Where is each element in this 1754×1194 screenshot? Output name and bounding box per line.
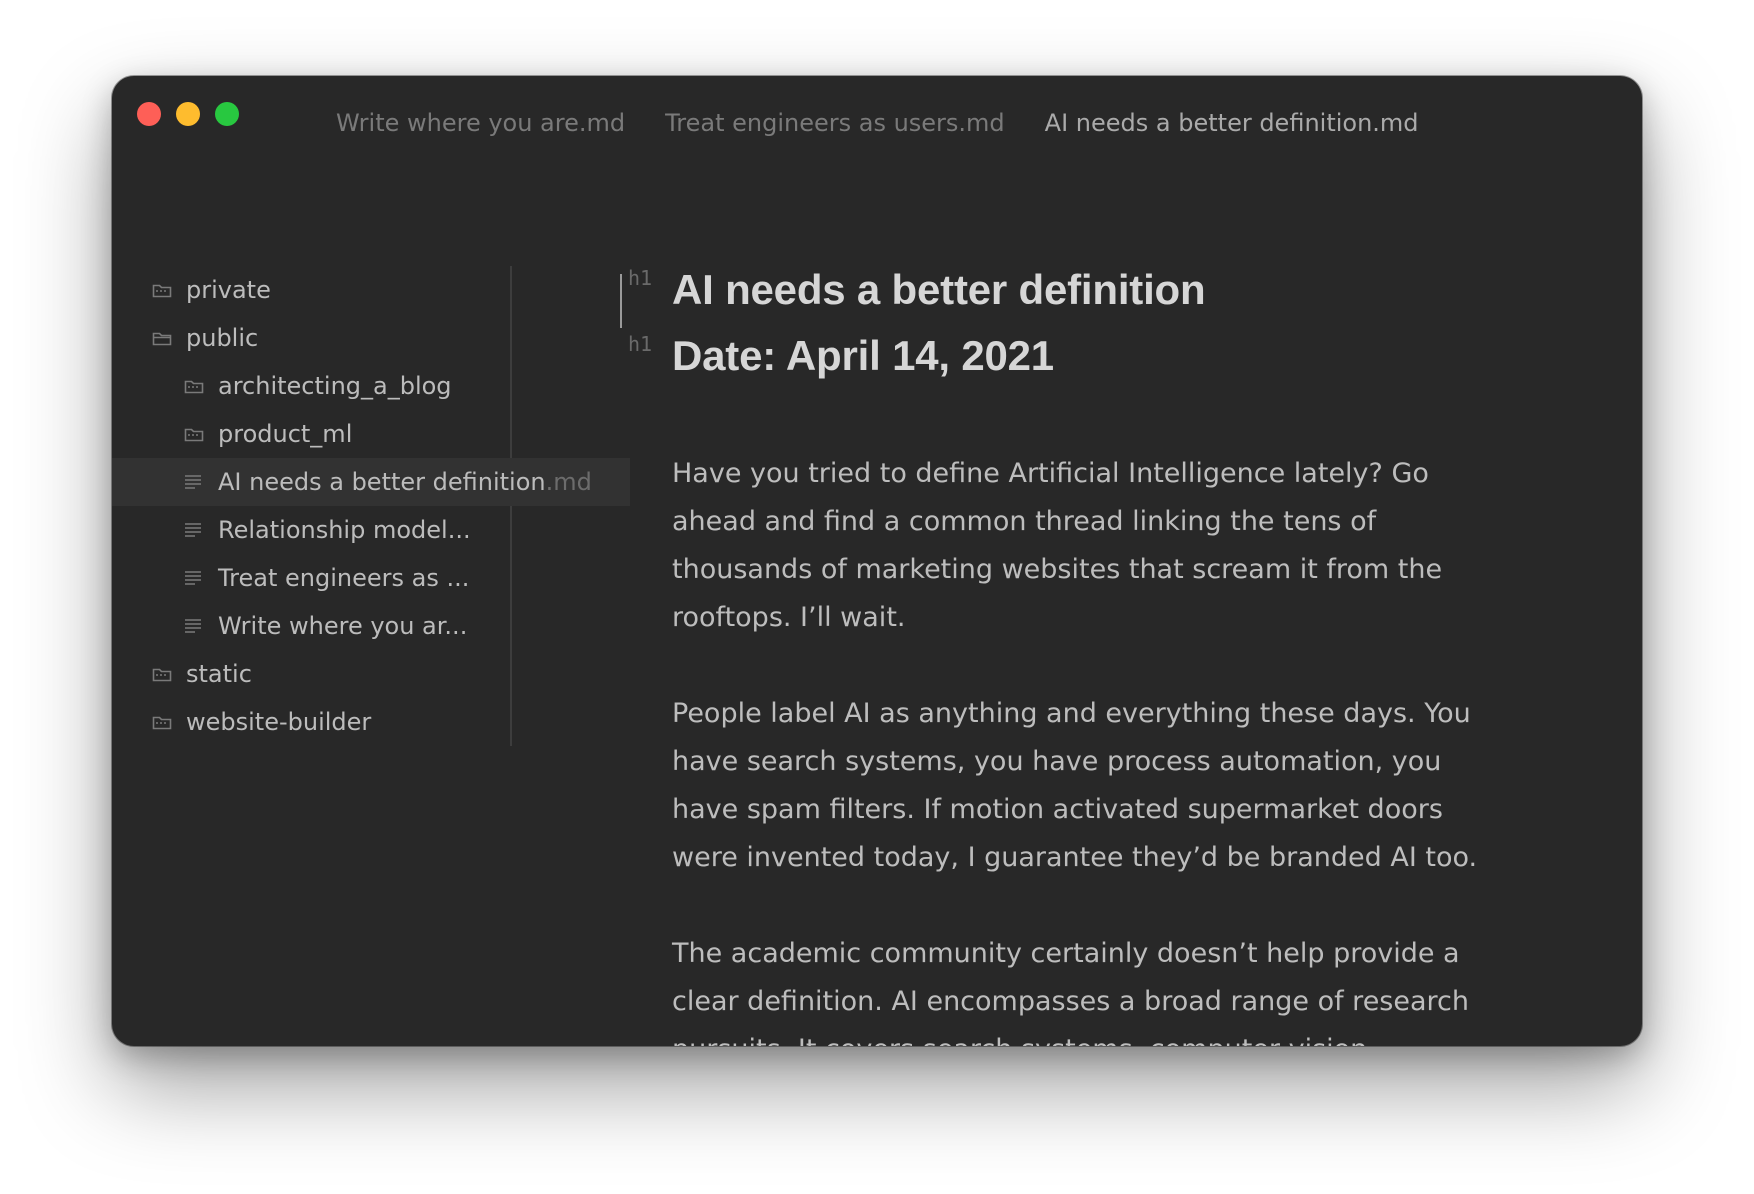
window-controls (137, 102, 239, 126)
heading-title[interactable]: h1 AI needs a better definition (628, 266, 1572, 332)
sidebar-item-label: AI needs a better definition (218, 468, 546, 496)
sidebar-item-label: Treat engineers as ... (218, 564, 470, 592)
paragraph[interactable]: Have you tried to define Artificial Inte… (672, 450, 1492, 642)
sidebar-item-ai-needs-a-better-definition[interactable]: AI needs a better definition .md (112, 458, 630, 506)
close-button[interactable] (137, 102, 161, 126)
minimize-button[interactable] (176, 102, 200, 126)
folder-icon (152, 666, 172, 682)
sidebar-item-static[interactable]: static (112, 650, 630, 698)
heading-text: Date: April 14, 2021 (672, 332, 1054, 379)
sidebar-item-relationship-model[interactable]: Relationship model... (112, 506, 630, 554)
sidebar-item-architecting-a-blog[interactable]: architecting_a_blog (112, 362, 630, 410)
markdown-editor[interactable]: h1 AI needs a better definition h1 Date:… (628, 266, 1572, 1046)
document-icon (184, 570, 204, 586)
sidebar-item-public[interactable]: public (112, 314, 630, 362)
tab-write-where-you-are[interactable]: Write where you are.md (336, 109, 625, 137)
sidebar-item-write-where-you-are[interactable]: Write where you ar... (112, 602, 630, 650)
folder-icon (152, 714, 172, 730)
folder-icon (184, 378, 204, 394)
folder-open-icon (152, 330, 172, 346)
document-icon (184, 522, 204, 538)
sidebar-item-label: public (186, 324, 259, 352)
paragraph[interactable]: The academic community certainly doesn’t… (672, 930, 1492, 1046)
zoom-button[interactable] (215, 102, 239, 126)
tab-ai-needs-a-better-definition[interactable]: AI needs a better definition.md (1045, 109, 1419, 137)
tab-treat-engineers-as-users[interactable]: Treat engineers as users.md (665, 109, 1005, 137)
sidebar-item-label: private (186, 276, 271, 304)
sidebar-item-private[interactable]: private (112, 266, 630, 314)
document-icon (184, 474, 204, 490)
tab-bar: Write where you are.md Treat engineers a… (336, 109, 1419, 137)
folder-icon (152, 282, 172, 298)
heading-date[interactable]: h1 Date: April 14, 2021 (628, 332, 1572, 398)
sidebar-item-label: Write where you ar... (218, 612, 468, 640)
sidebar-item-label: Relationship model... (218, 516, 471, 544)
sidebar-item-label: architecting_a_blog (218, 372, 452, 400)
file-extension: .md (545, 468, 592, 496)
file-tree: private public architecting_a_blog produ… (112, 266, 630, 746)
app-window: Write where you are.md Treat engineers a… (112, 76, 1642, 1046)
text-cursor (620, 274, 622, 328)
paragraph[interactable]: People label AI as anything and everythi… (672, 690, 1492, 882)
heading-marker: h1 (628, 332, 653, 356)
sidebar-item-label: static (186, 660, 252, 688)
sidebar-item-product-ml[interactable]: product_ml (112, 410, 630, 458)
heading-text: AI needs a better definition (672, 266, 1206, 313)
document-icon (184, 618, 204, 634)
sidebar-item-label: website-builder (186, 708, 372, 736)
sidebar-item-treat-engineers-as[interactable]: Treat engineers as ... (112, 554, 630, 602)
sidebar-item-website-builder[interactable]: website-builder (112, 698, 630, 746)
heading-marker: h1 (628, 266, 653, 290)
sidebar-item-label: product_ml (218, 420, 353, 448)
folder-icon (184, 426, 204, 442)
